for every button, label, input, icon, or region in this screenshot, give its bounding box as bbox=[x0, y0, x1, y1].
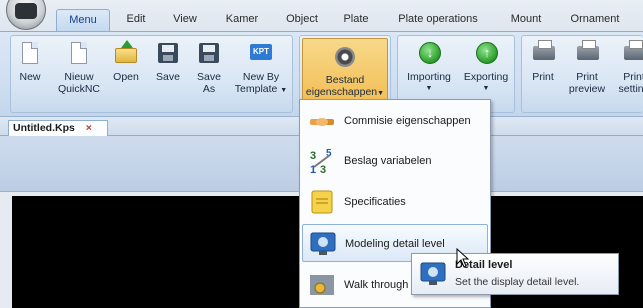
settings-gear-icon bbox=[332, 43, 358, 71]
menu-item-label: Specificaties bbox=[344, 196, 406, 208]
tab-mount[interactable]: Mount bbox=[504, 9, 548, 31]
exporting-caret-icon: ▼ bbox=[482, 85, 490, 92]
new-button[interactable]: New bbox=[17, 40, 43, 83]
menu-item-label: Commisie eigenschappen bbox=[344, 115, 471, 127]
nieuw-quicknc-label-1: Nieuw bbox=[64, 71, 94, 83]
save-disk-icon bbox=[155, 40, 181, 68]
note-icon bbox=[311, 190, 333, 214]
open-folder-icon bbox=[113, 40, 139, 68]
print-preview-button[interactable]: Print preview bbox=[564, 40, 610, 95]
svg-text:3: 3 bbox=[320, 164, 326, 175]
monitor-gear-icon bbox=[310, 232, 336, 255]
save-as-icon bbox=[196, 40, 222, 68]
importing-caret-icon: ▼ bbox=[425, 85, 433, 92]
menu-item-commisie-eigenschappen[interactable]: Commisie eigenschappen bbox=[302, 102, 488, 140]
menu-item-label: Beslag variabelen bbox=[344, 155, 432, 167]
tab-ornament[interactable]: Ornament bbox=[564, 9, 626, 31]
print-button[interactable]: Print bbox=[528, 40, 558, 83]
importing-button[interactable]: ↓ Importing ▼ bbox=[402, 40, 456, 95]
open-button-label: Open bbox=[113, 71, 139, 83]
open-button[interactable]: Open bbox=[111, 40, 141, 83]
bestand-eigenschappen-label-2: eigenschappen▼ bbox=[305, 86, 385, 98]
tab-kamer[interactable]: Kamer bbox=[220, 9, 264, 31]
save-as-label-1: Save bbox=[197, 71, 221, 83]
document-tab-label: Untitled.Kps bbox=[13, 122, 75, 134]
application-menu-button[interactable] bbox=[6, 0, 46, 30]
print-setting-button[interactable]: Print setting bbox=[614, 40, 643, 95]
nieuw-quicknc-button[interactable]: Nieuw QuickNC bbox=[57, 40, 101, 95]
menu-item-specificaties[interactable]: Specificaties bbox=[302, 183, 488, 221]
nieuw-quicknc-label-2: QuickNC bbox=[57, 83, 100, 95]
print-setting-label-2: setting bbox=[618, 83, 643, 95]
new-document-icon bbox=[17, 40, 43, 68]
print-preview-label-1: Print bbox=[576, 71, 598, 83]
print-settings-icon bbox=[621, 40, 643, 68]
mouse-pointer-icon bbox=[456, 248, 470, 268]
bestand-eigenschappen-label-1: Bestand bbox=[325, 74, 365, 86]
printer-icon bbox=[530, 40, 556, 68]
tooltip-description: Set the display detail level. bbox=[455, 276, 580, 288]
new-by-template-label-1: New By bbox=[242, 71, 280, 83]
file-group: New Nieuw QuickNC Open Save Save As KPT … bbox=[10, 35, 293, 113]
new-quicknc-icon bbox=[66, 40, 92, 68]
new-by-template-label-2: Template ▼ bbox=[234, 83, 288, 95]
handshake-icon bbox=[310, 118, 334, 126]
tab-menu[interactable]: Menu bbox=[56, 9, 110, 31]
new-by-template-button[interactable]: KPT New By Template ▼ bbox=[233, 40, 289, 97]
tab-plate-operations[interactable]: Plate operations bbox=[392, 9, 484, 31]
monitor-gear-icon bbox=[420, 262, 446, 285]
tab-view[interactable]: View bbox=[166, 9, 204, 31]
print-preview-label-2: preview bbox=[568, 83, 606, 95]
kpt-template-icon: KPT bbox=[248, 40, 274, 68]
print-preview-icon bbox=[574, 40, 600, 68]
walk-through-icon bbox=[310, 275, 334, 295]
tab-object[interactable]: Object bbox=[280, 9, 324, 31]
menu-item-label: Modeling detail level bbox=[345, 238, 445, 250]
document-tab-untitled[interactable]: Untitled.Kps × bbox=[8, 120, 108, 137]
detail-level-tooltip: Detail level Set the display detail leve… bbox=[411, 253, 619, 295]
print-setting-label-1: Print bbox=[623, 71, 643, 83]
menu-item-label: Walk through bbox=[344, 279, 409, 291]
numbers-icon: 3 5 1 3 bbox=[308, 147, 336, 175]
import-arrow-icon: ↓ bbox=[416, 40, 442, 68]
app-logo-icon bbox=[15, 3, 37, 19]
print-label: Print bbox=[532, 71, 554, 83]
print-group: Print Print preview Print setting bbox=[521, 35, 643, 113]
menu-item-beslag-variabelen[interactable]: 3 5 1 3 Beslag variabelen bbox=[302, 142, 488, 180]
save-as-label-2: As bbox=[202, 83, 216, 95]
svg-text:3: 3 bbox=[310, 150, 316, 162]
export-arrow-icon: ↑ bbox=[473, 40, 499, 68]
save-button[interactable]: Save bbox=[153, 40, 183, 83]
close-icon[interactable]: × bbox=[86, 122, 92, 134]
importing-label: Importing bbox=[407, 71, 451, 83]
tab-plate[interactable]: Plate bbox=[336, 9, 376, 31]
save-as-button[interactable]: Save As bbox=[193, 40, 225, 95]
exporting-button[interactable]: ↑ Exporting ▼ bbox=[458, 40, 514, 95]
exporting-label: Exporting bbox=[463, 71, 509, 83]
save-button-label: Save bbox=[156, 71, 180, 83]
ribbon-tab-bar: Menu Edit View Kamer Object Plate Plate … bbox=[0, 0, 643, 31]
tab-edit[interactable]: Edit bbox=[118, 9, 154, 31]
new-button-label: New bbox=[19, 71, 41, 83]
